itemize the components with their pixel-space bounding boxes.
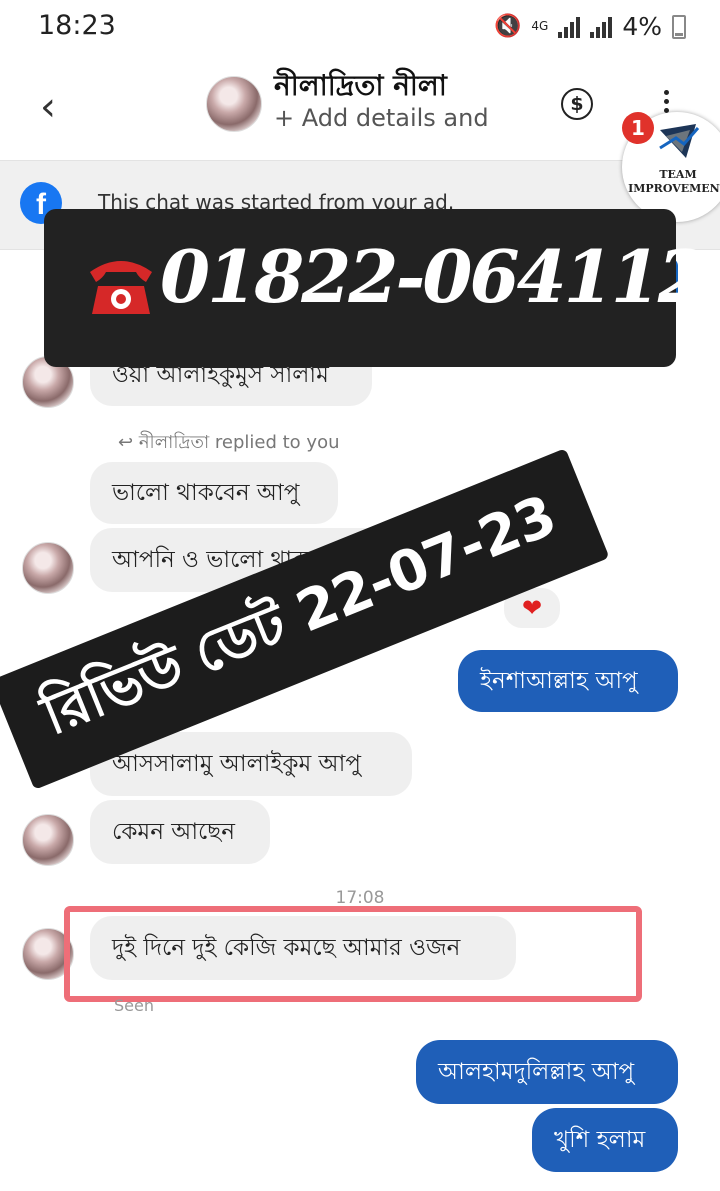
team-logo-text: TEAM IMPROVEMENT (628, 168, 720, 195)
outgoing-message[interactable]: খুশি হলাম (532, 1108, 678, 1172)
payment-button[interactable]: $ (561, 88, 593, 120)
incoming-message[interactable]: ভালো থাকবেন আপু (90, 462, 338, 524)
highlight-box (64, 906, 642, 1002)
telephone-icon (90, 261, 152, 314)
outgoing-message[interactable]: আলহামদুলিল্লাহ আপু (416, 1040, 678, 1104)
reply-note: ↩ নীলাদ্রিতা replied to you (118, 432, 340, 453)
battery-icon (672, 14, 686, 39)
status-time: 18:23 (38, 10, 116, 41)
add-details-link[interactable]: + Add details and (274, 104, 489, 132)
outgoing-message[interactable]: ইনশাআল্লাহ আপু (458, 650, 678, 712)
battery-percent: 4% (622, 12, 662, 41)
sender-avatar (22, 814, 74, 866)
signal-icon (558, 16, 581, 38)
notification-badge: 1 (622, 112, 654, 144)
phone-number: 01822-064112 (160, 234, 708, 319)
sender-avatar (22, 542, 74, 594)
message-timestamp: 17:08 (335, 888, 385, 908)
team-logo-mark-icon (659, 124, 700, 158)
seen-indicator: Seen (114, 996, 154, 1015)
signal-icon-2 (590, 16, 613, 38)
back-button[interactable]: ‹ (40, 84, 56, 130)
status-icons: 🔇 4G 4% (494, 12, 686, 41)
mute-icon: 🔇 (493, 14, 522, 39)
network-label: 4G (531, 19, 549, 33)
contact-avatar[interactable] (206, 76, 262, 132)
incoming-message[interactable]: কেমন আছেন (90, 800, 270, 864)
